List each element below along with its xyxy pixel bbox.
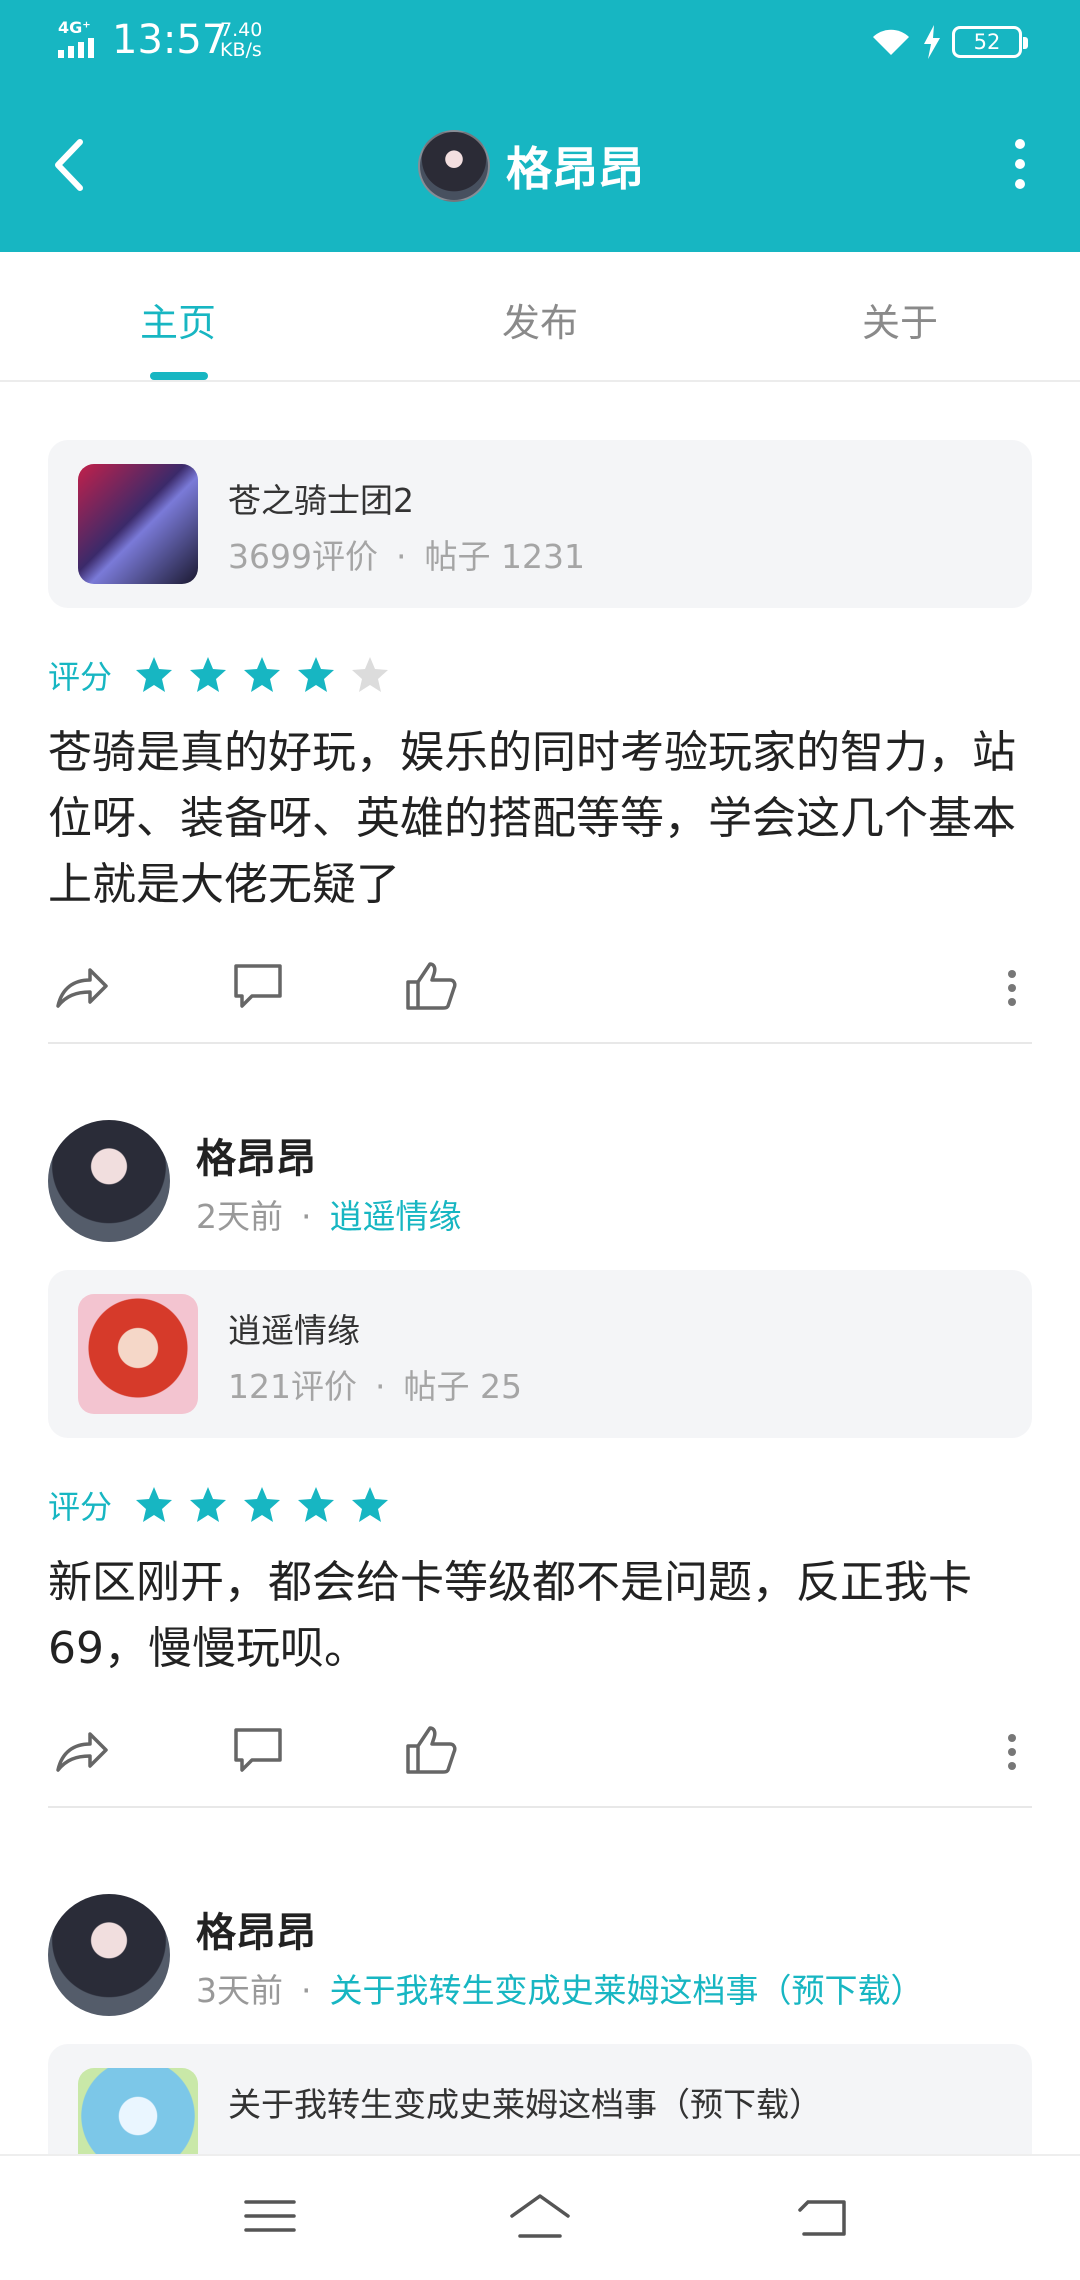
share-icon[interactable] — [52, 958, 112, 1014]
back-nav-icon[interactable] — [794, 2188, 854, 2244]
signal-icon — [58, 38, 94, 58]
post-time: 2天前 — [196, 1197, 283, 1236]
star-empty-icon — [352, 657, 389, 692]
game-icon — [78, 1294, 198, 1414]
app-header: 4G⁺ 13:57 7.40 KB/s 52 格昂昂 — [0, 0, 1080, 252]
nav-bar: 格昂昂 — [0, 100, 1080, 230]
post-time: 3天前 — [196, 1971, 283, 2010]
back-icon[interactable] — [40, 130, 100, 200]
status-bar: 4G⁺ 13:57 7.40 KB/s 52 — [0, 0, 1080, 80]
game-stats: 3699评价 · 帖子 1231 — [228, 530, 585, 578]
feed: 苍之骑士团2 3699评价 · 帖子 1231 评分 苍骑是真的好玩，娱乐的同时考验… — [0, 384, 1080, 2154]
tab-about[interactable]: 关于 — [800, 292, 1000, 347]
like-icon[interactable] — [402, 1722, 462, 1778]
post-header: 格昂昂 2天前 · 逍遥情缘 — [0, 1120, 1080, 1270]
network-speed: 7.40 KB/s — [220, 20, 262, 60]
page-title: 格昂昂 — [506, 142, 644, 196]
wifi-icon — [873, 29, 909, 55]
game-stats: 121评价 · 帖子 25 — [228, 1360, 522, 1408]
menu-icon[interactable] — [240, 2188, 300, 2244]
separator-dot: · — [375, 1367, 386, 1406]
comment-icon[interactable] — [228, 958, 288, 1014]
username[interactable]: 格昂昂 — [196, 1900, 316, 1958]
share-icon[interactable] — [52, 1722, 112, 1778]
game-reviews: 3699评价 — [228, 537, 378, 576]
post-actions — [0, 1696, 1080, 1806]
charging-icon — [924, 25, 940, 59]
star-icon — [136, 1487, 173, 1522]
game-name: 苍之骑士团2 — [228, 481, 414, 520]
system-nav-bar — [0, 2154, 1080, 2280]
game-icon — [78, 464, 198, 584]
post-meta: 3天前 · 关于我转生变成史莱姆这档事（预下载） — [196, 1964, 924, 2012]
like-icon[interactable] — [402, 958, 462, 1014]
star-icon — [244, 1487, 281, 1522]
post-more-icon[interactable] — [1004, 958, 1020, 1014]
game-link[interactable]: 逍遥情缘 — [330, 1197, 462, 1236]
tab-indicator — [150, 372, 208, 380]
post-text: 新区刚开，都会给卡等级都不是问题，反正我卡69，慢慢玩呗。 — [48, 1557, 972, 1674]
star-icon — [190, 657, 227, 692]
network-type: 4G⁺ — [58, 18, 91, 37]
game-reviews: 121评价 — [228, 1367, 357, 1406]
post-3: 格昂昂 3天前 · 关于我转生变成史莱姆这档事（预下载） 关于我转生变成史莱姆这档事… — [0, 1894, 1080, 2154]
post-2: 格昂昂 2天前 · 逍遥情缘 逍遥情缘 121评价 · 帖子 25 评分 新区刚开，都会… — [0, 1120, 1080, 1808]
star-icon — [136, 657, 173, 692]
separator-dot: · — [301, 1197, 312, 1236]
tab-bar: 主页 发布 关于 — [0, 252, 1080, 382]
rating: 评分 — [48, 650, 1080, 700]
rating-label: 评分 — [48, 658, 113, 696]
game-name: 逍遥情缘 — [228, 1311, 360, 1350]
home-icon[interactable] — [506, 2188, 574, 2244]
game-link[interactable]: 关于我转生变成史莱姆这档事（预下载） — [330, 1971, 924, 2010]
clock: 13:57 — [112, 17, 228, 63]
more-icon[interactable] — [1000, 134, 1040, 194]
divider — [48, 1042, 1032, 1044]
status-right: 52 — [870, 22, 1028, 62]
star-icon — [352, 1487, 389, 1522]
post-meta: 2天前 · 逍遥情缘 — [196, 1190, 462, 1238]
rating-label: 评分 — [48, 1488, 113, 1526]
divider — [48, 1806, 1032, 1808]
tab-home[interactable]: 主页 — [78, 292, 278, 347]
game-card[interactable]: 关于我转生变成史莱姆这档事（预下载） — [48, 2044, 1032, 2154]
post-more-icon[interactable] — [1004, 1722, 1020, 1778]
speed-unit: KB/s — [220, 39, 262, 61]
rating: 评分 — [48, 1480, 1080, 1530]
battery-icon: 52 — [952, 26, 1028, 58]
game-posts: 帖子 1231 — [424, 537, 585, 576]
game-card[interactable]: 苍之骑士团2 3699评价 · 帖子 1231 — [48, 440, 1032, 608]
game-name: 关于我转生变成史莱姆这档事（预下载） — [228, 2085, 822, 2124]
battery-level: 52 — [973, 30, 1001, 54]
username[interactable]: 格昂昂 — [196, 1126, 316, 1184]
avatar[interactable] — [418, 130, 490, 202]
post-header: 格昂昂 3天前 · 关于我转生变成史莱姆这档事（预下载） — [0, 1894, 1080, 2044]
game-card[interactable]: 逍遥情缘 121评价 · 帖子 25 — [48, 1270, 1032, 1438]
avatar[interactable] — [48, 1894, 170, 2016]
post-text: 苍骑是真的好玩，娱乐的同时考验玩家的智力，站位呀、装备呀、英雄的搭配等等，学会这… — [48, 727, 1016, 910]
star-icon — [298, 1487, 335, 1522]
comment-icon[interactable] — [228, 1722, 288, 1778]
separator-dot: · — [301, 1971, 312, 2010]
star-icon — [298, 657, 335, 692]
game-icon — [78, 2068, 198, 2154]
avatar[interactable] — [48, 1120, 170, 1242]
tab-publish[interactable]: 发布 — [440, 292, 640, 347]
game-posts: 帖子 25 — [403, 1367, 522, 1406]
star-icon — [244, 657, 281, 692]
post-actions — [0, 932, 1080, 1042]
profile-title: 格昂昂 — [418, 128, 644, 204]
separator-dot: · — [395, 537, 407, 576]
star-icon — [190, 1487, 227, 1522]
post-1: 苍之骑士团2 3699评价 · 帖子 1231 评分 苍骑是真的好玩，娱乐的同时考验… — [0, 440, 1080, 1044]
speed-value: 7.40 — [220, 19, 263, 41]
